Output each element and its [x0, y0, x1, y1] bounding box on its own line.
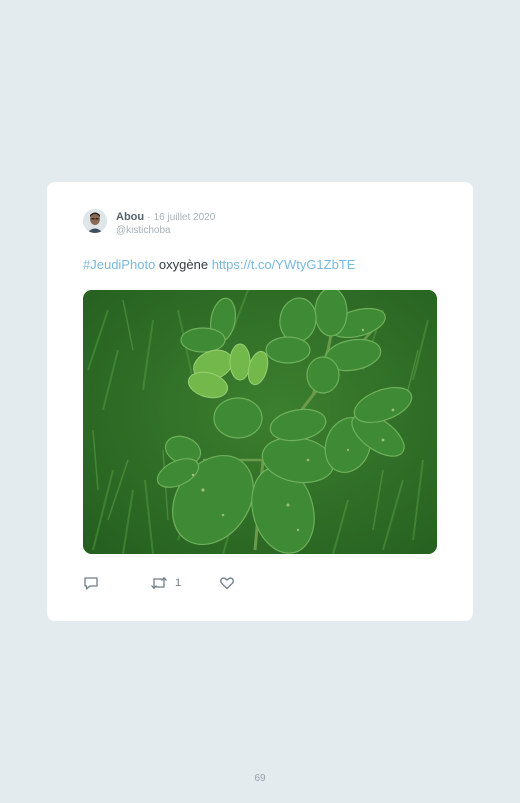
plant-photo-image [83, 290, 437, 554]
tweet-date[interactable]: 16 juillet 2020 [154, 212, 216, 223]
tweet-word: oxygène [158, 257, 209, 272]
reply-button[interactable] [83, 574, 99, 592]
avatar[interactable] [83, 209, 107, 233]
like-button[interactable] [219, 574, 235, 592]
retweet-count: 1 [175, 577, 182, 589]
heart-icon [220, 577, 234, 590]
page-number: 69 [254, 773, 266, 784]
reply-icon [84, 577, 98, 590]
retweet-button[interactable]: 1 [150, 574, 181, 592]
author-line: Abou · 16 juillet 2020 [116, 211, 215, 224]
tweet-url-link[interactable]: https://t.co/YWtyG1ZbTE [212, 257, 356, 272]
avatar-image [83, 209, 107, 233]
author-handle[interactable]: @kistichoba [116, 225, 171, 237]
author-date-separator: · [147, 212, 151, 223]
hashtag-link[interactable]: #JeudiPhoto [83, 257, 155, 272]
retweet-icon [151, 576, 167, 590]
tweet-actions: 1 [83, 574, 263, 592]
author-name[interactable]: Abou [116, 211, 144, 223]
tweet-card: Abou · 16 juillet 2020 @kistichoba #Jeud… [47, 182, 473, 621]
tweet-text: #JeudiPhoto oxygène https://t.co/YWtyG1Z… [83, 257, 355, 273]
tweet-photo[interactable] [83, 290, 437, 554]
